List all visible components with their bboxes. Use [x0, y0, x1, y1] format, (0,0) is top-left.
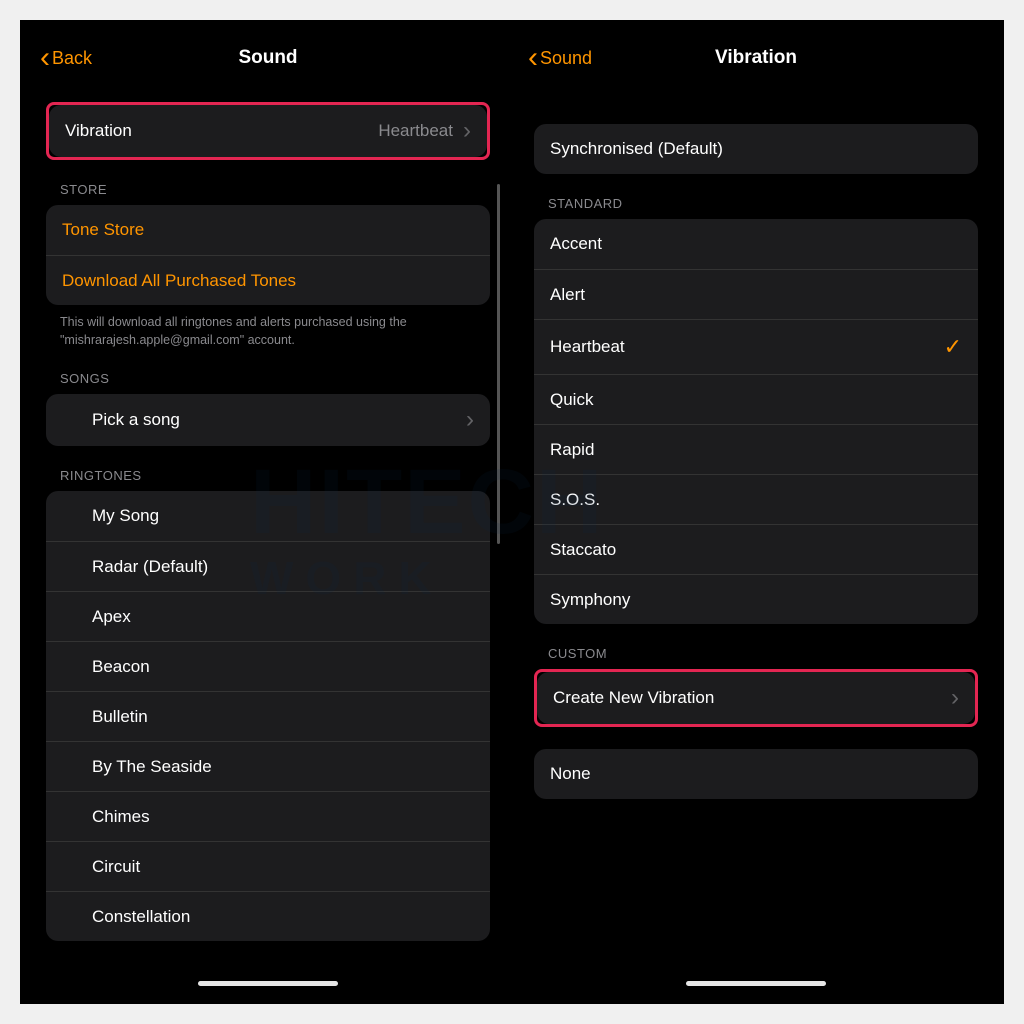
back-button[interactable]: ‹ Sound [528, 43, 592, 73]
row-ringtone[interactable]: By The Seaside [46, 741, 490, 791]
scroll-area-right[interactable]: Synchronised (Default) STANDARD Accent Al… [520, 84, 992, 992]
navbar-left: ‹ Back Sound [32, 32, 504, 84]
group-ringtones: My Song Radar (Default) Apex Beacon Bulletin… [46, 491, 490, 941]
row-ringtone[interactable]: Circuit [46, 841, 490, 891]
chevron-right-icon: › [951, 686, 959, 710]
section-header-ringtones: RINGTONES [60, 468, 490, 483]
row-vibration-option[interactable]: Accent [534, 219, 978, 269]
row-vibration-option[interactable]: Symphony [534, 574, 978, 624]
group-none: None [534, 749, 978, 799]
row-tone-store[interactable]: Tone Store [46, 205, 490, 255]
row-ringtone[interactable]: Radar (Default) [46, 541, 490, 591]
row-ringtone[interactable]: Constellation [46, 891, 490, 941]
row-ringtone[interactable]: Beacon [46, 641, 490, 691]
chevron-left-icon: ‹ [40, 43, 50, 73]
row-label: Pick a song [92, 410, 456, 430]
row-label: Accent [550, 234, 962, 254]
back-button[interactable]: ‹ Back [40, 43, 92, 73]
home-indicator[interactable] [198, 981, 338, 986]
row-label: Synchronised (Default) [550, 139, 962, 159]
row-vibration-option[interactable]: Rapid [534, 424, 978, 474]
row-pick-a-song[interactable]: Pick a song › [46, 394, 490, 446]
chevron-left-icon: ‹ [528, 43, 538, 73]
row-vibration-option[interactable]: Staccato [534, 524, 978, 574]
section-header-standard: STANDARD [548, 196, 978, 211]
row-label: Download All Purchased Tones [62, 271, 474, 291]
row-label: Bulletin [92, 707, 474, 727]
checkmark-icon: ✓ [944, 334, 962, 360]
row-label: S.O.S. [550, 490, 962, 510]
row-label: Staccato [550, 540, 962, 560]
section-header-store: STORE [60, 182, 490, 197]
chevron-right-icon: › [463, 119, 471, 143]
row-vibration-option[interactable]: Quick [534, 374, 978, 424]
highlight-vibration-row: Vibration Heartbeat › [46, 102, 490, 160]
row-vibration[interactable]: Vibration Heartbeat › [49, 105, 487, 157]
row-label: Circuit [92, 857, 474, 877]
back-label: Back [52, 48, 92, 69]
row-ringtone[interactable]: Apex [46, 591, 490, 641]
phone-vibration: ‹ Sound Vibration Synchronised (Default)… [520, 32, 992, 992]
scroll-area-left[interactable]: Vibration Heartbeat › STORE Tone Store D… [32, 84, 504, 992]
row-label: Constellation [92, 907, 474, 927]
row-label: Rapid [550, 440, 962, 460]
row-download-all[interactable]: Download All Purchased Tones [46, 255, 490, 305]
row-label: Beacon [92, 657, 474, 677]
group-sync: Synchronised (Default) [534, 124, 978, 174]
chevron-right-icon: › [466, 408, 474, 432]
row-label: Chimes [92, 807, 474, 827]
row-vibration-option[interactable]: Heartbeat✓ [534, 319, 978, 374]
row-label: Create New Vibration [553, 688, 941, 708]
row-synchronised-default[interactable]: Synchronised (Default) [534, 124, 978, 174]
row-ringtone[interactable]: Bulletin [46, 691, 490, 741]
row-label: Radar (Default) [92, 557, 474, 577]
row-label: None [550, 764, 962, 784]
home-indicator[interactable] [686, 981, 826, 986]
row-label: Quick [550, 390, 962, 410]
back-label: Sound [540, 48, 592, 69]
row-label: My Song [92, 506, 474, 526]
phone-sound: ‹ Back Sound Vibration Heartbeat › STORE [32, 32, 504, 992]
row-label: By The Seaside [92, 757, 474, 777]
row-none[interactable]: None [534, 749, 978, 799]
row-label: Vibration [65, 121, 378, 141]
group-songs: Pick a song › [46, 394, 490, 446]
row-ringtone[interactable]: Chimes [46, 791, 490, 841]
highlight-create-new-vibration: Create New Vibration › [534, 669, 978, 727]
row-value: Heartbeat [378, 121, 453, 141]
group-footer-store: This will download all ringtones and ale… [46, 305, 490, 349]
navbar-right: ‹ Sound Vibration [520, 32, 992, 84]
section-header-custom: CUSTOM [548, 646, 978, 661]
scrollbar[interactable] [497, 184, 500, 544]
row-vibration-option[interactable]: Alert [534, 269, 978, 319]
group-standard: Accent Alert Heartbeat✓ Quick Rapid S.O.S. Sta… [534, 219, 978, 624]
row-label: Symphony [550, 590, 962, 610]
group-store: Tone Store Download All Purchased Tones [46, 205, 490, 305]
section-header-songs: SONGS [60, 371, 490, 386]
row-label: Apex [92, 607, 474, 627]
row-vibration-option[interactable]: S.O.S. [534, 474, 978, 524]
row-label: Alert [550, 285, 962, 305]
row-create-new-vibration[interactable]: Create New Vibration › [537, 672, 975, 724]
page-title: Sound [32, 47, 504, 69]
row-label: Tone Store [62, 220, 474, 240]
row-ringtone[interactable]: My Song [46, 491, 490, 541]
row-label: Heartbeat [550, 337, 944, 357]
